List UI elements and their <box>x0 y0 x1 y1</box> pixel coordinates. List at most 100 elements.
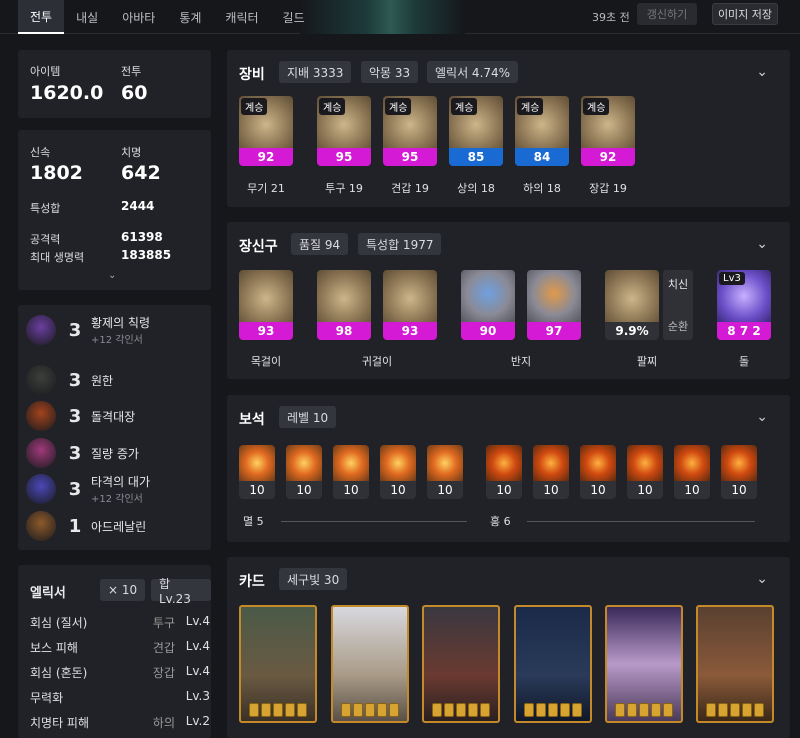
gem-slot[interactable]: 10 <box>533 445 569 499</box>
engraving-row: 3 타격의 대가 +12 각인서 <box>26 472 211 506</box>
quality-value: 92 <box>239 148 293 166</box>
gem-level: 10 <box>333 481 369 499</box>
stats-panel: 신속 1802 치명 642 특성합 2444 공격력 61398 최대 생명력… <box>18 130 211 290</box>
elixir-level: Lv.3 <box>185 689 210 703</box>
refresh-button[interactable]: 갱신하기 <box>637 3 697 25</box>
earring-slot[interactable]: 93 <box>383 270 437 340</box>
engraving-row: 3 원한 <box>26 363 211 397</box>
card[interactable] <box>239 605 317 723</box>
gem-level: 10 <box>627 481 663 499</box>
top-bar: 전투 내실 아바타 통계 캐릭터 길드 39초 전 갱신하기 이미지 저장 <box>0 0 800 34</box>
elixir-part: 장갑 <box>152 666 175 680</box>
gem-slot[interactable]: 10 <box>286 445 322 499</box>
combat-level-label: 전투 <box>121 65 142 78</box>
card[interactable] <box>331 605 409 723</box>
last-updated-time: 39초 전 <box>592 11 630 24</box>
accessory-label: 귀걸이 <box>361 355 393 368</box>
elixir-effect: 치명타 피해 <box>30 716 90 730</box>
gem-slot[interactable]: 10 <box>721 445 757 499</box>
card[interactable] <box>422 605 500 723</box>
earring-slot[interactable]: 98 <box>317 270 371 340</box>
total-stat-value: 2444 <box>121 199 155 213</box>
ring-slot[interactable]: 97 <box>527 270 581 340</box>
engraving-icon <box>26 401 56 431</box>
chevron-down-icon[interactable]: ⌄ <box>756 64 768 80</box>
engraving-row: 3 질량 증가 <box>26 436 211 470</box>
equipment-slot[interactable]: 계승 85 <box>449 96 503 166</box>
bracelet-stat: 순환 <box>667 320 689 333</box>
quality-value: 9.9% <box>605 322 659 340</box>
engraving-name: 돌격대장 <box>91 409 136 424</box>
succession-tag: 계승 <box>451 98 478 115</box>
summary-panel: 아이템 1620.0 전투 60 <box>18 50 211 118</box>
tab-avatar[interactable]: 아바타 <box>110 0 167 34</box>
gem-slot[interactable]: 10 <box>333 445 369 499</box>
gem-icon <box>486 445 522 481</box>
chevron-down-icon[interactable]: ⌄ <box>756 571 768 587</box>
gem-slot[interactable]: 10 <box>580 445 616 499</box>
card[interactable] <box>605 605 683 723</box>
character-banner <box>300 0 465 34</box>
engraving-level: 3 <box>68 319 82 341</box>
equipment-slot[interactable]: 계승 95 <box>317 96 371 166</box>
succession-tag: 계승 <box>583 98 610 115</box>
equipment-slot[interactable]: 계승 92 <box>239 96 293 166</box>
expand-chevron-icon[interactable]: ⌄ <box>108 270 116 281</box>
equipment-slot[interactable]: 계승 92 <box>581 96 635 166</box>
elixir-level: Lv.4 <box>185 639 210 653</box>
gem-level: 10 <box>486 481 522 499</box>
chevron-down-icon[interactable]: ⌄ <box>756 236 768 252</box>
necklace-slot[interactable]: 93 <box>239 270 293 340</box>
gem-slot[interactable]: 10 <box>674 445 710 499</box>
gem-slot[interactable]: 10 <box>627 445 663 499</box>
cards-panel: 카드 세구빛 30 ⌄ <box>227 557 790 738</box>
card[interactable] <box>696 605 774 723</box>
engraving-level: 3 <box>68 442 82 464</box>
engraving-row: 3 돌격대장 <box>26 399 211 433</box>
tab-bar: 전투 내실 아바타 통계 캐릭터 길드 <box>18 0 317 34</box>
equipment-label: 무기 21 <box>247 182 285 195</box>
bracelet-stat: 치신 <box>667 278 689 291</box>
accessories-chip: 특성합 1977 <box>358 233 442 255</box>
gem-slot[interactable]: 10 <box>239 445 275 499</box>
tab-stats[interactable]: 통계 <box>167 0 213 34</box>
equipment-chip: 지배 3333 <box>279 61 352 83</box>
engraving-level: 3 <box>68 369 82 391</box>
elixir-row: 무력화 Lv.3 <box>30 689 210 709</box>
tab-inner[interactable]: 내실 <box>64 0 110 34</box>
elixir-part: 투구 <box>152 616 175 630</box>
awakening-stones <box>516 703 590 717</box>
card[interactable] <box>514 605 592 723</box>
save-image-button[interactable]: 이미지 저장 <box>712 3 778 25</box>
tab-guild[interactable]: 길드 <box>271 0 317 34</box>
gem-slot[interactable]: 10 <box>380 445 416 499</box>
equipment-slot[interactable]: 계승 84 <box>515 96 569 166</box>
ability-stone-slot[interactable]: Lv3 8 7 2 <box>717 270 771 340</box>
elixir-count-chip: × 10 <box>100 579 146 601</box>
elixir-row: 보스 피해 견갑 Lv.4 <box>30 639 210 659</box>
combat-level-value: 60 <box>121 82 148 104</box>
awakening-stones <box>424 703 498 717</box>
tab-combat[interactable]: 전투 <box>18 0 65 34</box>
equipment-slot[interactable]: 계승 95 <box>383 96 437 166</box>
chevron-down-icon[interactable]: ⌄ <box>756 409 768 425</box>
tab-characters[interactable]: 캐릭터 <box>213 0 270 34</box>
accessory-label: 반지 <box>510 355 532 368</box>
gem-icon <box>427 445 463 481</box>
accessories-chip: 품질 94 <box>291 233 349 255</box>
elixir-level: Lv.4 <box>185 614 210 628</box>
engraving-name: 아드레날린 <box>91 519 147 534</box>
equipment-label: 상의 18 <box>457 182 495 195</box>
engraving-icon <box>26 511 56 541</box>
engraving-name: 황제의 칙령 <box>91 316 151 330</box>
ring-slot[interactable]: 90 <box>461 270 515 340</box>
bracelet-slot[interactable]: 9.9% <box>605 270 659 340</box>
gem-icon <box>674 445 710 481</box>
swiftness-value: 1802 <box>30 162 83 184</box>
gem-slot[interactable]: 10 <box>486 445 522 499</box>
engraving-icon <box>26 315 56 345</box>
gem-slot[interactable]: 10 <box>427 445 463 499</box>
elixir-part: 견갑 <box>152 641 175 655</box>
succession-tag: 계승 <box>241 98 268 115</box>
accessories-panel: 장신구 품질 94 특성합 1977 ⌄ 93 98 93 90 97 9.9%… <box>227 222 790 379</box>
